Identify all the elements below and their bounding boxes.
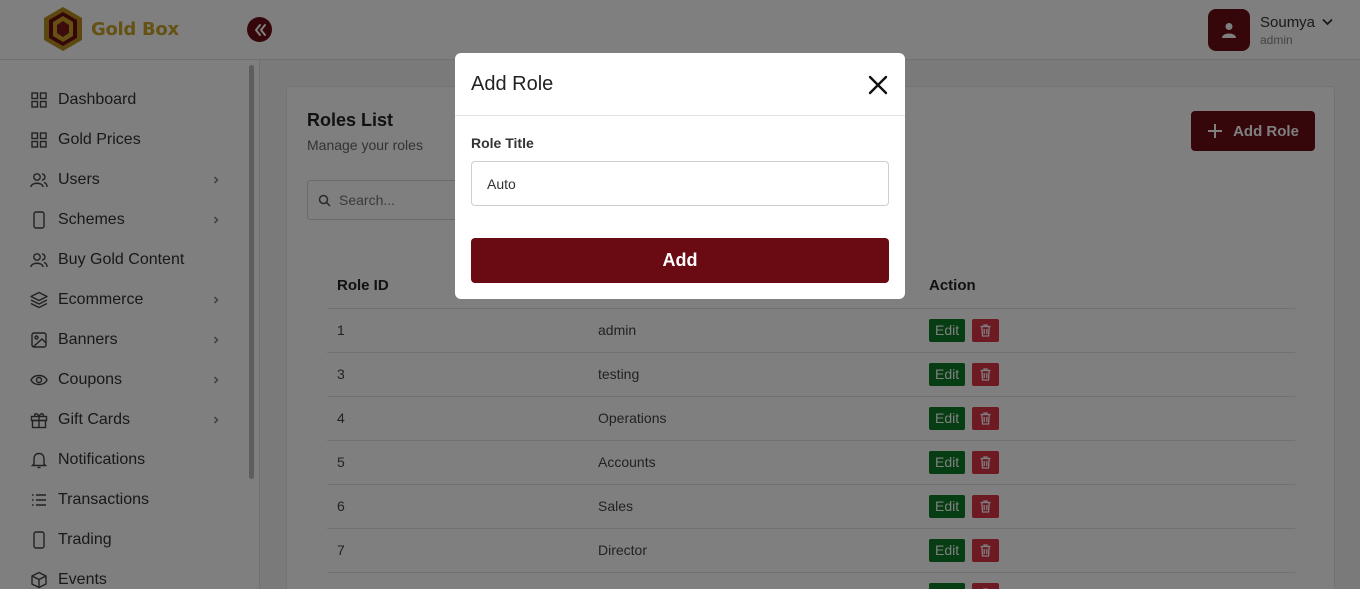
modal-title: Add Role <box>471 73 554 95</box>
close-icon[interactable] <box>867 74 889 96</box>
role-title-label: Role Title <box>471 135 534 151</box>
modal-header: Add Role <box>455 53 905 116</box>
add-submit-button[interactable]: Add <box>471 238 889 283</box>
role-title-input[interactable] <box>471 161 889 206</box>
add-role-modal: Add Role Role Title Add <box>455 53 905 299</box>
